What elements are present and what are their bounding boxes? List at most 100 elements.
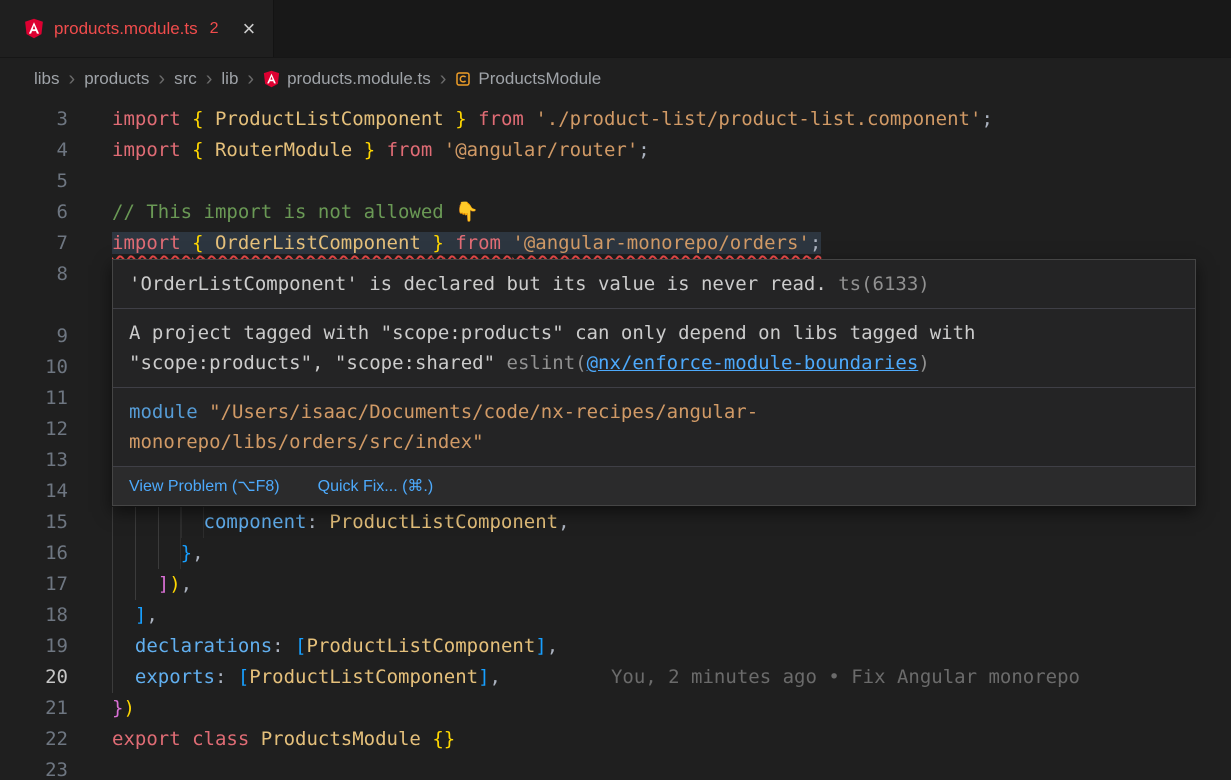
code-line[interactable]: 15component: ProductListComponent, — [0, 507, 1231, 538]
code-line[interactable]: 18], — [0, 600, 1231, 631]
code-text: import { RouterModule } from '@angular/r… — [112, 135, 650, 166]
chevron-right-icon: › — [440, 69, 447, 89]
token: ) — [169, 573, 180, 595]
token: export — [112, 728, 192, 750]
token: [ — [238, 666, 249, 688]
code-text: ], — [112, 600, 158, 631]
token: ] — [478, 666, 489, 688]
breadcrumb-item-src[interactable]: src — [174, 69, 197, 89]
line-number[interactable]: 22 — [0, 724, 68, 755]
line-number[interactable]: 13 — [0, 445, 68, 476]
code-line[interactable]: 6 // This import is not allowed 👇 — [0, 197, 1231, 228]
token: ) — [123, 697, 134, 719]
hover-text: A project tagged with "scope:products" c… — [129, 322, 975, 344]
hover-action-view-problem[interactable]: View Problem (⌥F8) — [129, 476, 280, 496]
hover-text-line: "scope:products", "scope:shared" eslint(… — [129, 348, 1179, 378]
token: ProductListComponent — [249, 666, 478, 688]
code-line[interactable]: 16}, — [0, 538, 1231, 569]
hover-section: A project tagged with "scope:products" c… — [113, 309, 1195, 388]
code-line[interactable]: 4 import { RouterModule } from '@angular/… — [0, 135, 1231, 166]
code-line[interactable]: 7 import { OrderListComponent } from '@an… — [0, 228, 1231, 259]
token: : — [272, 635, 295, 657]
line-number[interactable]: 12 — [0, 414, 68, 445]
breadcrumb-item-products[interactable]: products — [84, 69, 149, 89]
tab-products-module[interactable]: products.module.ts 2 × — [0, 0, 274, 57]
breadcrumb-item-libs[interactable]: libs — [34, 69, 60, 89]
breadcrumb-item-productsmodule[interactable]: ProductsModule — [455, 69, 601, 89]
indent-guide — [112, 538, 181, 569]
hover-text: "scope:products", "scope:shared" — [129, 352, 507, 374]
code-line[interactable]: 17]), — [0, 569, 1231, 600]
tab-problem-count-badge: 2 — [210, 20, 219, 38]
line-number[interactable]: 3 — [0, 104, 68, 135]
token: } — [181, 542, 192, 564]
code-text: declarations: [ProductListComponent], — [112, 631, 558, 662]
code-line[interactable]: 5 — [0, 166, 1231, 197]
line-number[interactable]: 7 — [0, 228, 68, 259]
breadcrumb-label: lib — [221, 69, 238, 89]
line-number[interactable]: 6 — [0, 197, 68, 228]
token — [467, 108, 478, 130]
hover-action-bar: View Problem (⌥F8) Quick Fix... (⌘.) — [113, 467, 1195, 505]
token: } — [112, 697, 123, 719]
token: component — [204, 511, 307, 533]
line-number[interactable]: 16 — [0, 538, 68, 569]
hover-text: ) — [918, 352, 929, 374]
code-line[interactable]: 20exports: [ProductListComponent],You, 2… — [0, 662, 1231, 693]
line-number[interactable]: 18 — [0, 600, 68, 631]
token: OrderListComponent — [204, 232, 433, 254]
angular-icon — [24, 18, 44, 39]
error-squiggle-highlight: import { OrderListComponent } from '@ang… — [112, 232, 821, 254]
line-number[interactable] — [0, 290, 68, 321]
token: { — [192, 232, 203, 254]
token: RouterModule — [204, 139, 364, 161]
code-line[interactable]: 22export class ProductsModule {} — [0, 724, 1231, 755]
line-number[interactable]: 14 — [0, 476, 68, 507]
token: , — [181, 573, 192, 595]
class-icon — [455, 71, 471, 87]
line-number[interactable]: 19 — [0, 631, 68, 662]
hover-action-quick-fix[interactable]: Quick Fix... (⌘.) — [318, 476, 434, 496]
code-line[interactable]: 3import { ProductListComponent } from '.… — [0, 104, 1231, 135]
token: { — [192, 108, 203, 130]
token: // This import is not allowed 👇 — [112, 201, 479, 223]
line-number[interactable]: 20 — [0, 662, 68, 693]
line-number[interactable]: 9 — [0, 321, 68, 352]
breadcrumb-item-lib[interactable]: lib — [221, 69, 238, 89]
token: import — [112, 139, 192, 161]
token: '@angular/router' — [444, 139, 638, 161]
code-text: // This import is not allowed 👇 — [112, 197, 479, 228]
breadcrumb-item-products-module-ts[interactable]: products.module.ts — [263, 69, 431, 89]
code-line[interactable]: 19 declarations: [ProductListComponent], — [0, 631, 1231, 662]
token: ProductListComponent — [329, 511, 558, 533]
code-line[interactable]: 23 — [0, 755, 1231, 780]
line-number[interactable]: 4 — [0, 135, 68, 166]
hover-text: "/Users/isaac/Documents/code/nx-recipes/… — [209, 401, 758, 423]
line-number[interactable]: 21 — [0, 693, 68, 724]
token: from — [478, 108, 535, 130]
breadcrumb-label: ProductsModule — [478, 69, 601, 89]
token: ] — [535, 635, 546, 657]
line-number[interactable]: 17 — [0, 569, 68, 600]
hover-text-line: module "/Users/isaac/Documents/code/nx-r… — [129, 397, 1179, 427]
line-number[interactable]: 5 — [0, 166, 68, 197]
indent-guide — [112, 507, 204, 538]
line-number[interactable]: 23 — [0, 755, 68, 780]
token: './product-list/product-list.component' — [535, 108, 981, 130]
line-number[interactable]: 15 — [0, 507, 68, 538]
line-number[interactable]: 8 — [0, 259, 68, 290]
code-text: import { OrderListComponent } from '@ang… — [112, 228, 821, 259]
token: , — [547, 635, 558, 657]
hover-text-line: monorepo/libs/orders/src/index" — [129, 427, 1179, 457]
token: {} — [432, 728, 455, 750]
code-line[interactable]: 21}) — [0, 693, 1231, 724]
line-number[interactable]: 10 — [0, 352, 68, 383]
token: exports — [135, 666, 215, 688]
line-number[interactable]: 11 — [0, 383, 68, 414]
hover-text-line: 'OrderListComponent' is declared but its… — [129, 269, 1179, 299]
eslint-rule-link[interactable]: @nx/enforce-module-boundaries — [587, 352, 919, 374]
token: ] — [135, 604, 146, 626]
close-icon[interactable]: × — [243, 18, 256, 40]
breadcrumb: libs›products›src›lib›products.module.ts… — [0, 58, 1231, 100]
chevron-right-icon: › — [69, 69, 76, 89]
